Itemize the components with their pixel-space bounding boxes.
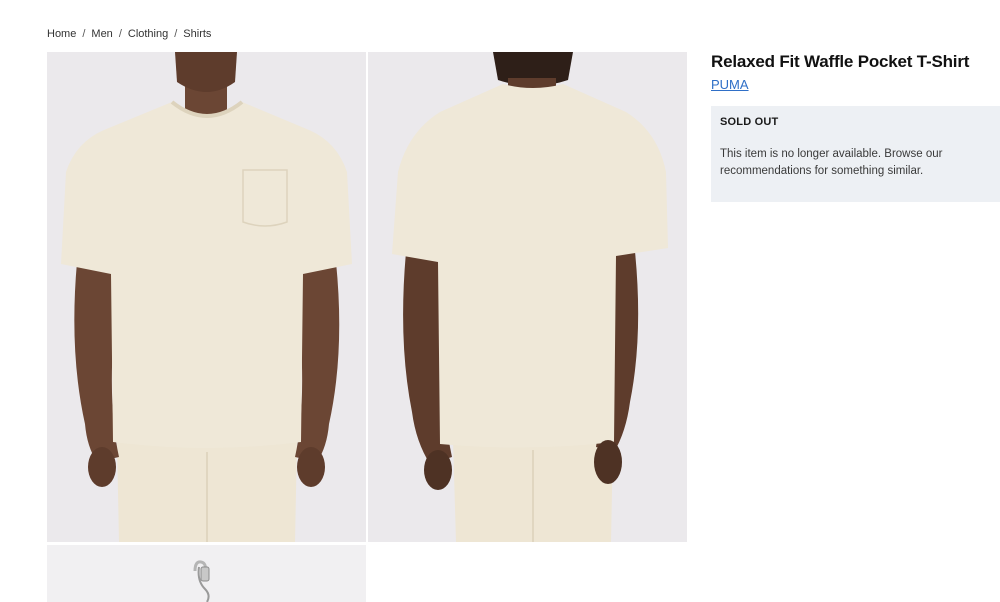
breadcrumb-men[interactable]: Men xyxy=(91,28,112,40)
product-image-detail[interactable] xyxy=(47,545,366,602)
breadcrumb-shirts[interactable]: Shirts xyxy=(183,28,211,40)
product-photo-front xyxy=(47,52,366,542)
brand-link[interactable]: PUMA xyxy=(711,77,749,92)
sold-out-message: This item is no longer available. Browse… xyxy=(720,148,943,177)
product-image-front[interactable] xyxy=(47,52,366,542)
product-page: Home / Men / Clothing / Shirts Relaxed F… xyxy=(0,0,1000,602)
breadcrumb-clothing[interactable]: Clothing xyxy=(128,28,168,40)
sold-out-heading: SOLD OUT xyxy=(720,116,779,128)
product-photo-back xyxy=(368,52,687,542)
breadcrumb-separator: / xyxy=(118,28,122,40)
breadcrumb-separator: / xyxy=(82,28,86,40)
breadcrumb-separator: / xyxy=(174,28,178,40)
product-image-back[interactable] xyxy=(368,52,687,542)
breadcrumb: Home / Men / Clothing / Shirts xyxy=(47,26,211,42)
product-title: Relaxed Fit Waffle Pocket T-Shirt xyxy=(711,52,970,71)
sold-out-notice: SOLD OUT This item is no longer availabl… xyxy=(711,106,1000,202)
breadcrumb-home[interactable]: Home xyxy=(47,28,76,40)
hanger-photo xyxy=(47,545,366,602)
